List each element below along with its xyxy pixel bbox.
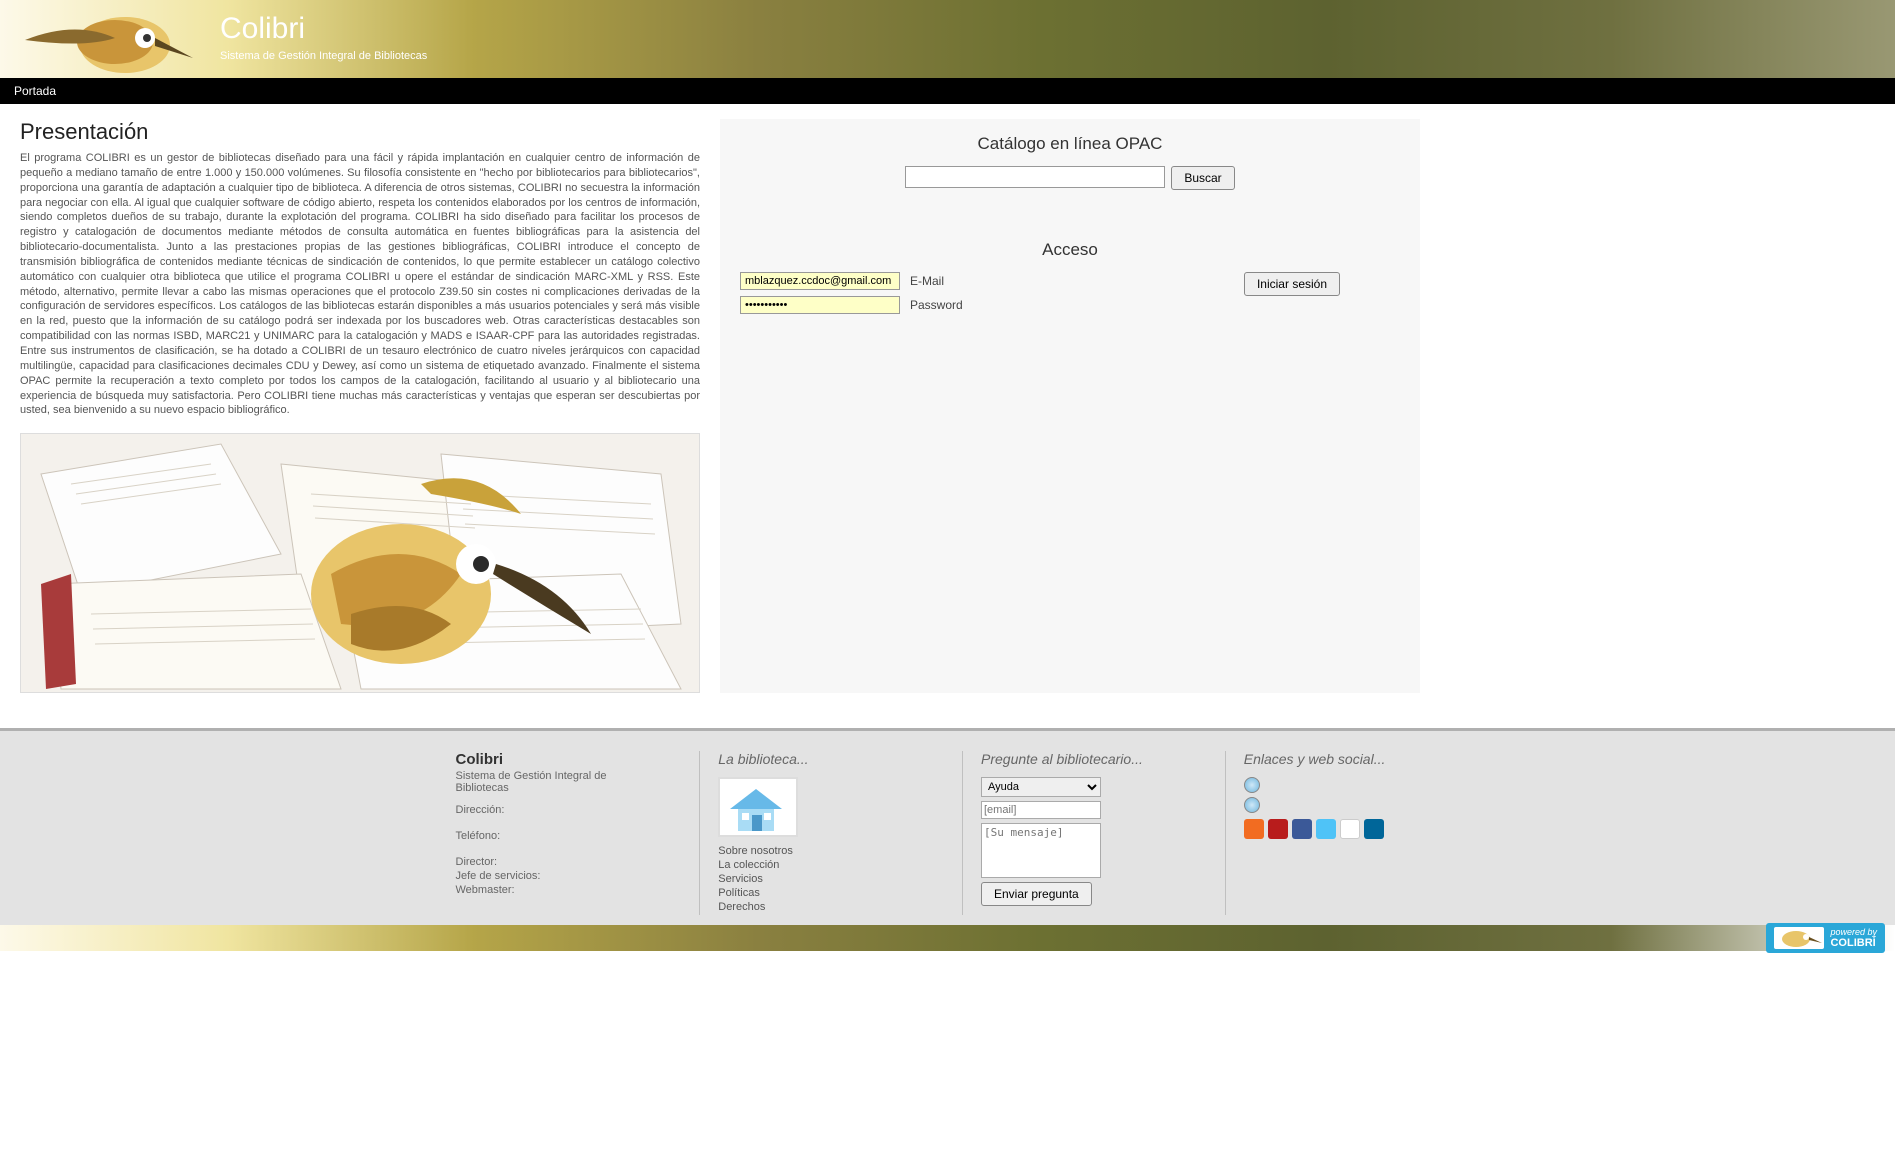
footer-col-info: Colibri Sistema de Gestión Integral de B…	[438, 751, 670, 915]
opac-search-input[interactable]	[905, 166, 1165, 188]
globe-icon[interactable]	[1244, 777, 1260, 793]
telefono-label: Teléfono:	[456, 830, 652, 842]
director-label: Director:	[456, 856, 652, 868]
ask-topic-select[interactable]: Ayuda	[981, 777, 1101, 797]
social-icons	[1244, 819, 1440, 839]
jefe-label: Jefe de servicios:	[456, 870, 652, 882]
opac-search-row: Buscar	[740, 166, 1400, 190]
footer-title: Colibri	[456, 751, 652, 768]
footer: Colibri Sistema de Gestión Integral de B…	[0, 728, 1895, 925]
link-coleccion[interactable]: La colección	[718, 859, 914, 871]
powered-text: powered by	[1830, 927, 1877, 937]
login-button[interactable]: Iniciar sesión	[1244, 272, 1340, 296]
app-subtitle: Sistema de Gestión Integral de Bibliotec…	[220, 50, 427, 62]
opac-search-button[interactable]: Buscar	[1171, 166, 1234, 190]
email-label: E-Mail	[910, 274, 944, 288]
password-label: Password	[910, 298, 963, 312]
link-servicios[interactable]: Servicios	[718, 873, 914, 885]
email-field[interactable]	[740, 272, 900, 290]
bottom-bar: powered by COLIBRÍ	[0, 925, 1895, 951]
blogger-icon[interactable]	[1244, 819, 1264, 839]
ask-send-button[interactable]: Enviar pregunta	[981, 882, 1092, 906]
link-politicas[interactable]: Políticas	[718, 887, 914, 899]
footer-col-library: La biblioteca... Sobre nosotros La colec…	[699, 751, 932, 915]
globe-icon[interactable]	[1244, 797, 1260, 813]
twitter-icon[interactable]	[1316, 819, 1336, 839]
footer-col-social: Enlaces y web social...	[1225, 751, 1458, 915]
password-field[interactable]	[740, 296, 900, 314]
social-heading: Enlaces y web social...	[1244, 751, 1440, 767]
presentation-heading: Presentación	[20, 119, 700, 145]
house-icon	[718, 777, 798, 837]
footer-col-ask: Pregunte al bibliotecario... Ayuda Envia…	[962, 751, 1195, 915]
nav-bar: Portada	[0, 78, 1895, 104]
ask-email-input[interactable]	[981, 801, 1101, 819]
ask-heading: Pregunte al bibliotecario...	[981, 751, 1177, 767]
hero-image	[20, 433, 700, 693]
right-column: Catálogo en línea OPAC Buscar Acceso E-M…	[720, 119, 1420, 693]
flickr-icon[interactable]	[1340, 819, 1360, 839]
powered-logo-icon	[1774, 927, 1824, 949]
ask-message-input[interactable]	[981, 823, 1101, 878]
footer-subtitle: Sistema de Gestión Integral de Bibliotec…	[456, 770, 652, 794]
direccion-label: Dirección:	[456, 804, 652, 816]
app-title: Colibri	[220, 12, 427, 46]
powered-by-badge[interactable]: powered by COLIBRÍ	[1766, 923, 1885, 953]
opac-heading: Catálogo en línea OPAC	[740, 134, 1400, 154]
access-heading: Acceso	[740, 240, 1400, 260]
linkedin-icon[interactable]	[1364, 819, 1384, 839]
logo	[15, 0, 195, 78]
header: Colibri Sistema de Gestión Integral de B…	[0, 0, 1895, 78]
nav-portada[interactable]: Portada	[0, 78, 70, 104]
access-form: E-Mail Password Iniciar sesión	[740, 272, 1400, 314]
youtube-icon[interactable]	[1268, 819, 1288, 839]
main-content: Presentación El programa COLIBRI es un g…	[0, 104, 1895, 708]
header-title-block: Colibri Sistema de Gestión Integral de B…	[220, 12, 427, 62]
facebook-icon[interactable]	[1292, 819, 1312, 839]
link-sobre-nosotros[interactable]: Sobre nosotros	[718, 845, 914, 857]
link-derechos[interactable]: Derechos	[718, 901, 914, 913]
webmaster-label: Webmaster:	[456, 884, 652, 896]
library-heading: La biblioteca...	[718, 751, 914, 767]
left-column: Presentación El programa COLIBRI es un g…	[20, 119, 720, 693]
powered-brand: COLIBRÍ	[1830, 937, 1877, 949]
presentation-body: El programa COLIBRI es un gestor de bibl…	[20, 151, 700, 418]
